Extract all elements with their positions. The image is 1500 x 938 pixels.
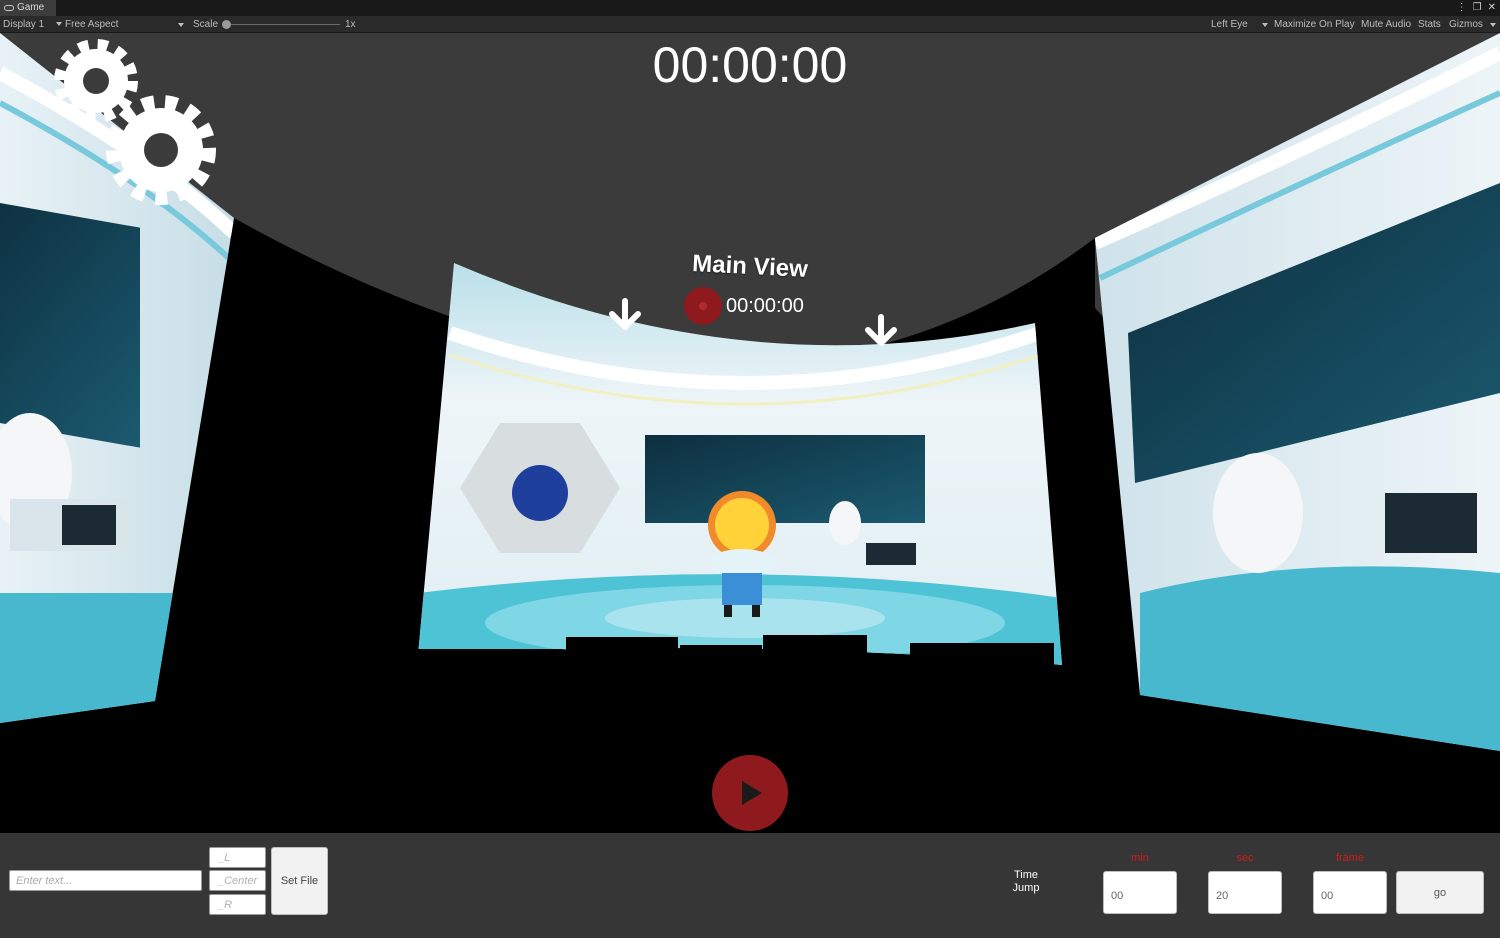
min-caption: min: [1131, 852, 1149, 864]
maximize-icon[interactable]: ❐: [1473, 0, 1482, 16]
control-panel: Set File Time Jump min sec frame go: [0, 833, 1500, 938]
right-panel: [1095, 33, 1500, 751]
play-button[interactable]: [712, 755, 788, 831]
tab-bar: Game ⋮ ❐ ✕: [0, 0, 1500, 16]
sec-field[interactable]: [1208, 871, 1282, 914]
aspect-label: Free Aspect: [65, 19, 119, 30]
main-timer: 00:00:00: [652, 37, 848, 93]
main-view-timer: 00:00:00: [726, 295, 804, 317]
text-input[interactable]: [9, 870, 202, 891]
gizmos-label: Gizmos: [1449, 19, 1483, 30]
scale-slider-handle[interactable]: [222, 20, 231, 29]
eye-dropdown[interactable]: Left Eye: [1211, 16, 1269, 33]
arrow-down-icon: [865, 314, 897, 346]
scale-value: 1x: [345, 19, 356, 30]
field-r[interactable]: [209, 894, 266, 915]
frame-field[interactable]: [1313, 871, 1387, 914]
field-center[interactable]: [209, 870, 266, 891]
eye-label: Left Eye: [1211, 19, 1248, 30]
go-button[interactable]: go: [1396, 871, 1484, 914]
tab-game[interactable]: Game: [0, 0, 56, 16]
maximize-on-play-toggle[interactable]: Maximize On Play: [1274, 16, 1355, 33]
display-dropdown[interactable]: Display 1: [3, 16, 62, 33]
field-l[interactable]: [209, 847, 266, 868]
record-indicator-icon[interactable]: [684, 287, 722, 325]
more-options-icon[interactable]: ⋮: [1457, 0, 1467, 16]
aspect-dropdown[interactable]: Free Aspect: [65, 16, 185, 33]
close-icon[interactable]: ✕: [1488, 0, 1496, 16]
gamepad-icon: [4, 5, 14, 11]
mute-audio-toggle[interactable]: Mute Audio: [1361, 16, 1411, 33]
scale-slider-track[interactable]: [224, 24, 340, 25]
tab-game-label: Game: [17, 2, 45, 13]
stats-toggle[interactable]: Stats: [1418, 16, 1441, 33]
chevron-down-icon: [55, 22, 62, 27]
frame-caption: frame: [1335, 852, 1365, 864]
game-toolbar: Display 1 Free Aspect Scale 1x Left Eye …: [0, 16, 1500, 33]
gizmos-dropdown[interactable]: Gizmos: [1449, 16, 1497, 33]
game-viewport[interactable]: 00:00:00 Main View 00:00:00: [0, 33, 1500, 833]
settings-gear-icon[interactable]: [54, 39, 138, 123]
display-label: Display 1: [3, 19, 45, 30]
chevron-down-icon: [1490, 23, 1496, 27]
scale-label: Scale: [193, 19, 219, 30]
sec-caption: sec: [1236, 852, 1254, 864]
chevron-down-icon: [178, 23, 184, 27]
min-field[interactable]: [1103, 871, 1177, 914]
game-window: Game ⋮ ❐ ✕ Display 1 Free Aspect Scale 1…: [0, 0, 1500, 938]
window-controls: ⋮ ❐ ✕: [1457, 0, 1496, 16]
time-jump-label: Time Jump: [1012, 869, 1040, 894]
set-file-button[interactable]: Set File: [271, 847, 328, 915]
chevron-down-icon: [1262, 23, 1268, 27]
vr-scene: [0, 33, 1500, 833]
